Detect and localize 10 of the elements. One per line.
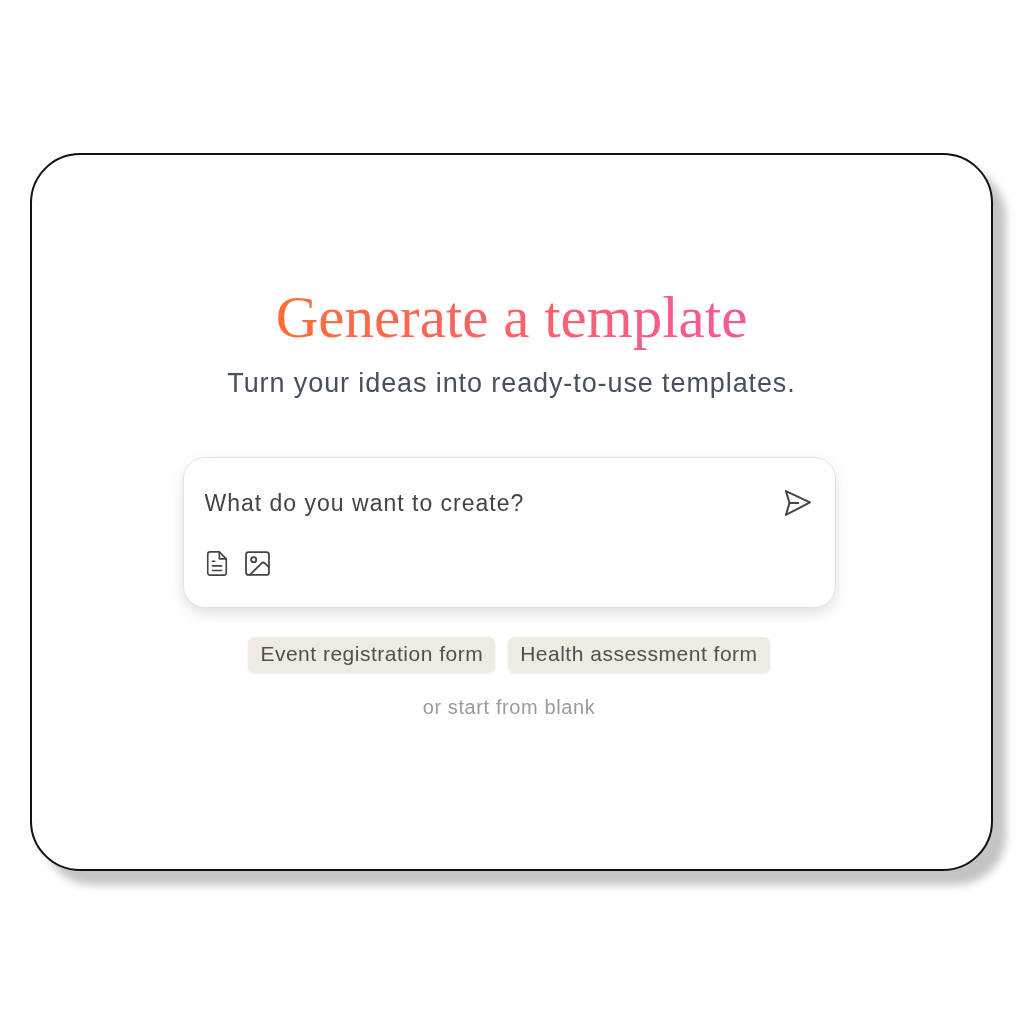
attach-image-button[interactable] (244, 551, 270, 577)
image-icon (244, 551, 270, 577)
send-icon (784, 490, 811, 517)
attach-document-button[interactable] (204, 551, 229, 577)
suggestion-chip[interactable]: Health assessment form (508, 637, 770, 672)
document-icon (204, 551, 229, 577)
suggestion-chip[interactable]: Event registration form (248, 637, 496, 672)
send-button[interactable] (784, 490, 811, 517)
prompt-input[interactable]: What do you want to create? (204, 486, 769, 521)
page-subtitle: Turn your ideas into ready-to-use templates. (227, 366, 796, 400)
